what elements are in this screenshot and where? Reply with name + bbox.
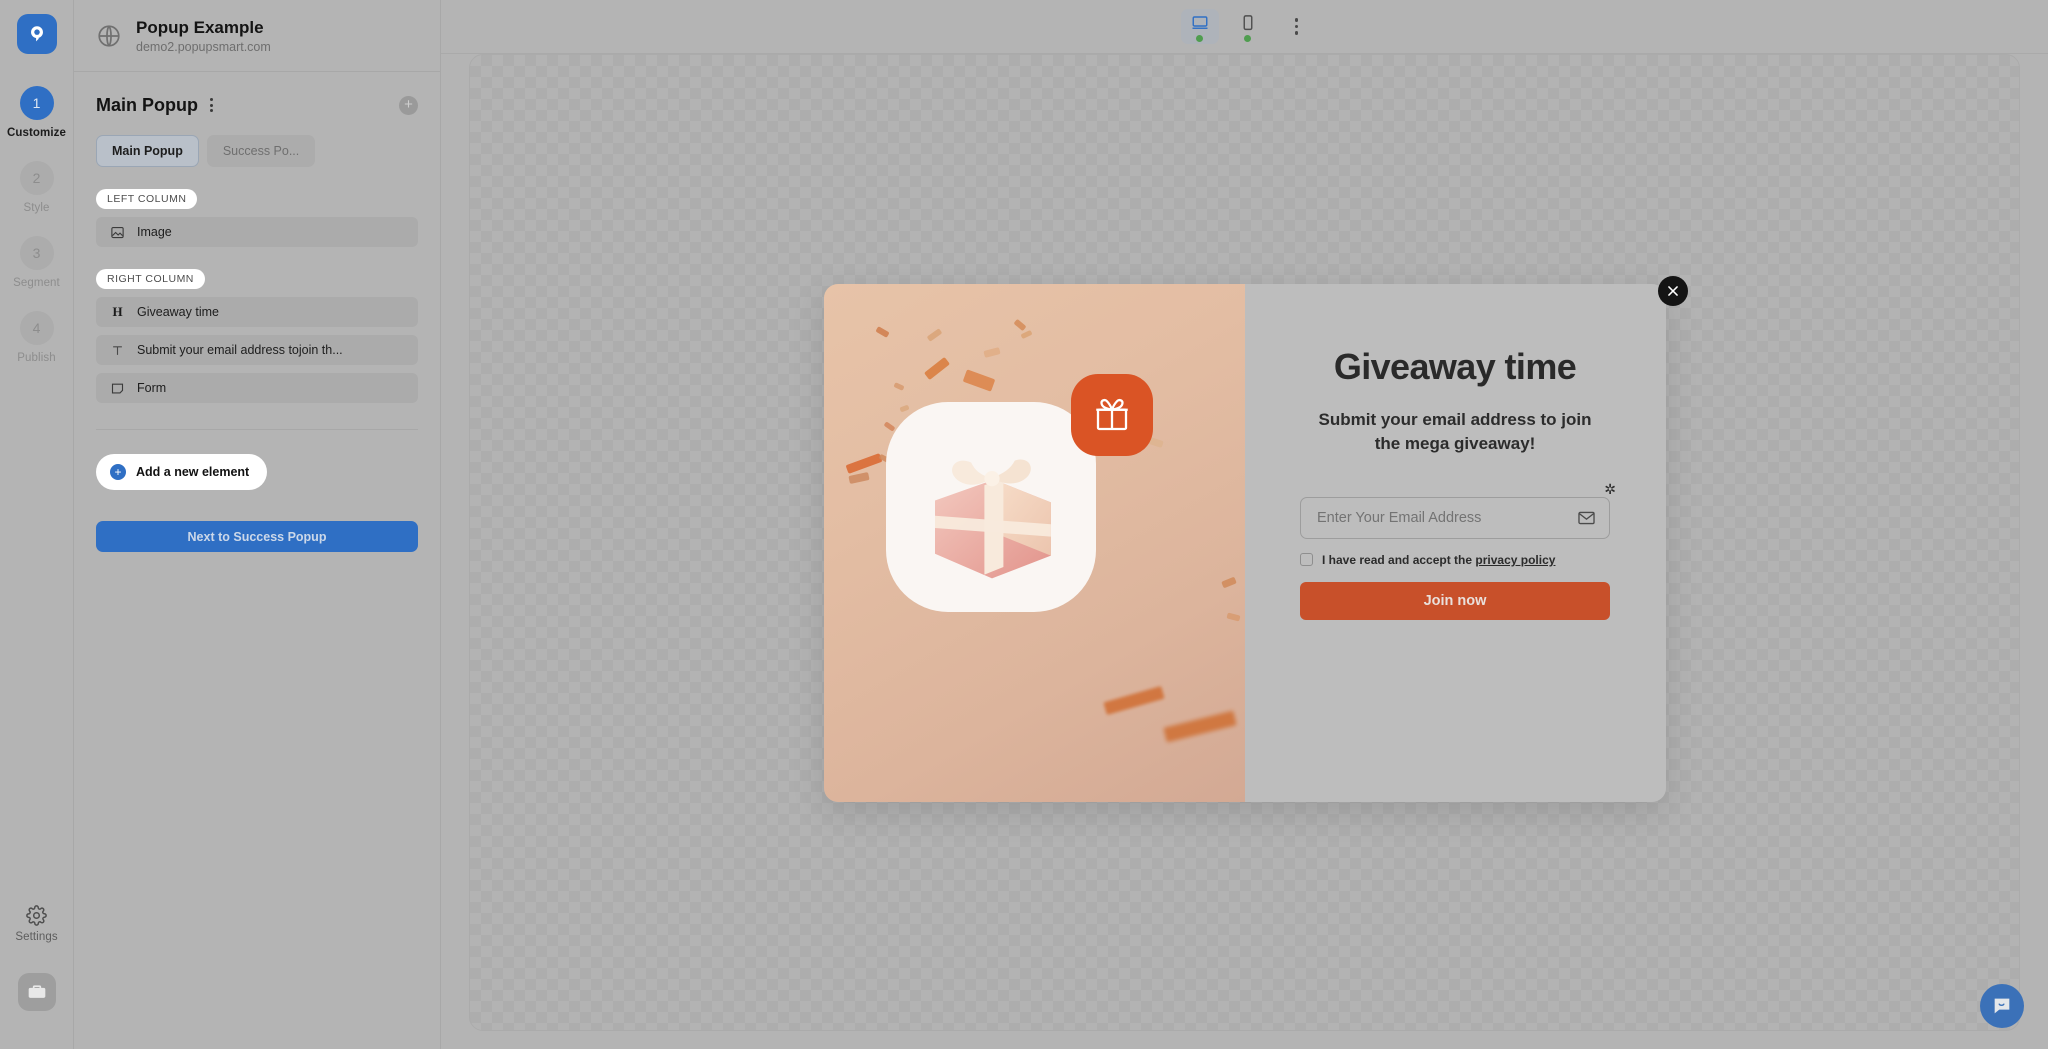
- canvas-wrapper: Giveaway time Submit your email address …: [469, 54, 2020, 1031]
- gift-box-icon: [1095, 398, 1128, 430]
- add-popup-button[interactable]: +: [399, 95, 418, 115]
- sidebar-item-settings[interactable]: Settings: [15, 905, 58, 943]
- element-label: Image: [137, 225, 172, 239]
- step-label: Customize: [6, 127, 67, 139]
- panel-site-header: Popup Example demo2.popupsmart.com: [74, 0, 440, 72]
- chat-support-button[interactable]: [1980, 984, 2024, 1028]
- popup-content-panel: Giveaway time Submit your email address …: [1244, 283, 1666, 802]
- device-toggle-mobile[interactable]: [1229, 9, 1267, 44]
- chat-bubble-icon: [1994, 998, 2010, 1014]
- step-label: Publish: [17, 352, 56, 364]
- popup-close-button[interactable]: [1657, 275, 1688, 306]
- group-label-left-column: LEFT COLUMN: [96, 189, 198, 209]
- gift-illustration: [934, 459, 1051, 578]
- add-new-element-button[interactable]: + Add a new element: [96, 454, 268, 490]
- app-logo[interactable]: [16, 14, 57, 54]
- site-info: Popup Example demo2.popupsmart.com: [136, 17, 271, 53]
- popup-options-kebab-icon[interactable]: [207, 94, 216, 116]
- next-to-success-popup-button[interactable]: Next to Success Popup: [96, 521, 418, 552]
- popup-preview: Giveaway time Submit your email address …: [823, 275, 1688, 802]
- privacy-policy-link[interactable]: privacy policy: [1475, 553, 1555, 567]
- consent-label: I have read and accept the privacy polic…: [1322, 553, 1555, 567]
- popup-header-row: Main Popup +: [74, 72, 440, 116]
- rail-bottom-group: Settings: [0, 905, 73, 1049]
- panel-divider: [96, 429, 418, 430]
- close-icon: [1667, 285, 1678, 296]
- text-icon: [110, 343, 125, 358]
- consent-text: I have read and accept the: [1322, 552, 1476, 567]
- sidebar-step-publish[interactable]: 4 Publish: [0, 311, 73, 364]
- step-number: 1: [19, 86, 54, 120]
- element-groups: LEFT COLUMN Image RIGHT COLUMN H Giveawa…: [74, 167, 440, 411]
- popupsmart-logo-icon: [30, 26, 43, 42]
- consent-row: I have read and accept the privacy polic…: [1300, 553, 1610, 567]
- status-dot: [1244, 35, 1252, 42]
- step-label: Segment: [13, 277, 60, 289]
- step-number: 2: [19, 161, 54, 195]
- group-label-right-column: RIGHT COLUMN: [96, 269, 205, 289]
- settings-label: Settings: [15, 931, 58, 943]
- preview-toolbar: [441, 0, 2048, 54]
- element-row-heading[interactable]: H Giveaway time: [96, 297, 418, 327]
- globe-icon: [98, 24, 120, 47]
- plus-circle-icon: +: [110, 464, 126, 480]
- element-label: Form: [137, 381, 167, 395]
- email-input[interactable]: [1300, 496, 1610, 539]
- site-url: demo2.popupsmart.com: [136, 39, 271, 54]
- step-number: 4: [19, 311, 54, 345]
- step-number: 3: [19, 236, 54, 270]
- sidebar-step-segment[interactable]: 3 Segment: [0, 236, 73, 289]
- form-icon: [110, 381, 125, 396]
- gear-icon: [26, 905, 47, 926]
- popup-subtitle: Submit your email address to join the me…: [1318, 409, 1592, 454]
- heading-icon: H: [112, 304, 123, 319]
- briefcase-icon: [28, 985, 45, 998]
- left-rail: 1 Customize 2 Style 3 Segment 4 Publish: [0, 0, 74, 1049]
- mobile-icon: [1243, 15, 1253, 31]
- popup-name: Main Popup: [96, 94, 198, 115]
- element-row-form[interactable]: Form: [96, 373, 418, 403]
- status-dot: [1196, 35, 1204, 42]
- required-marker: ✲: [1604, 480, 1616, 497]
- add-new-element-label: Add a new element: [136, 465, 250, 479]
- main-area: Giveaway time Submit your email address …: [441, 0, 2048, 1049]
- popup-title: Giveaway time: [1333, 345, 1577, 387]
- popup-body: Giveaway time Submit your email address …: [823, 283, 1666, 802]
- preview-canvas: Giveaway time Submit your email address …: [469, 54, 2020, 1031]
- element-label: Giveaway time: [137, 305, 219, 319]
- step-label: Style: [23, 202, 50, 214]
- briefcase-button[interactable]: [17, 973, 56, 1011]
- editor-panel: Popup Example demo2.popupsmart.com Main …: [74, 0, 441, 1049]
- tab-success-popup[interactable]: Success Po...: [206, 135, 316, 167]
- email-field-wrapper: ✲: [1300, 482, 1616, 539]
- popup-tabs: Main Popup Success Po...: [74, 116, 440, 167]
- tab-main-popup[interactable]: Main Popup: [96, 135, 199, 167]
- popup-image-panel: [823, 283, 1245, 802]
- desktop-icon: [1192, 16, 1208, 29]
- device-toggle-desktop[interactable]: [1180, 9, 1219, 44]
- gift-badge: [1070, 373, 1153, 456]
- preview-options-kebab-icon[interactable]: [1285, 10, 1309, 43]
- element-row-image[interactable]: Image: [96, 217, 418, 247]
- consent-checkbox[interactable]: [1300, 553, 1313, 567]
- image-icon: [110, 225, 125, 240]
- page-title: Popup Example: [136, 18, 264, 38]
- join-now-button[interactable]: Join now: [1300, 581, 1610, 620]
- element-row-text[interactable]: Submit your email address tojoin th...: [96, 335, 418, 365]
- sidebar-step-customize[interactable]: 1 Customize: [0, 86, 73, 139]
- app-root: 1 Customize 2 Style 3 Segment 4 Publish: [0, 0, 2048, 1049]
- element-label: Submit your email address tojoin th...: [137, 343, 343, 357]
- sidebar-step-style[interactable]: 2 Style: [0, 161, 73, 214]
- step-list: 1 Customize 2 Style 3 Segment 4 Publish: [0, 86, 73, 386]
